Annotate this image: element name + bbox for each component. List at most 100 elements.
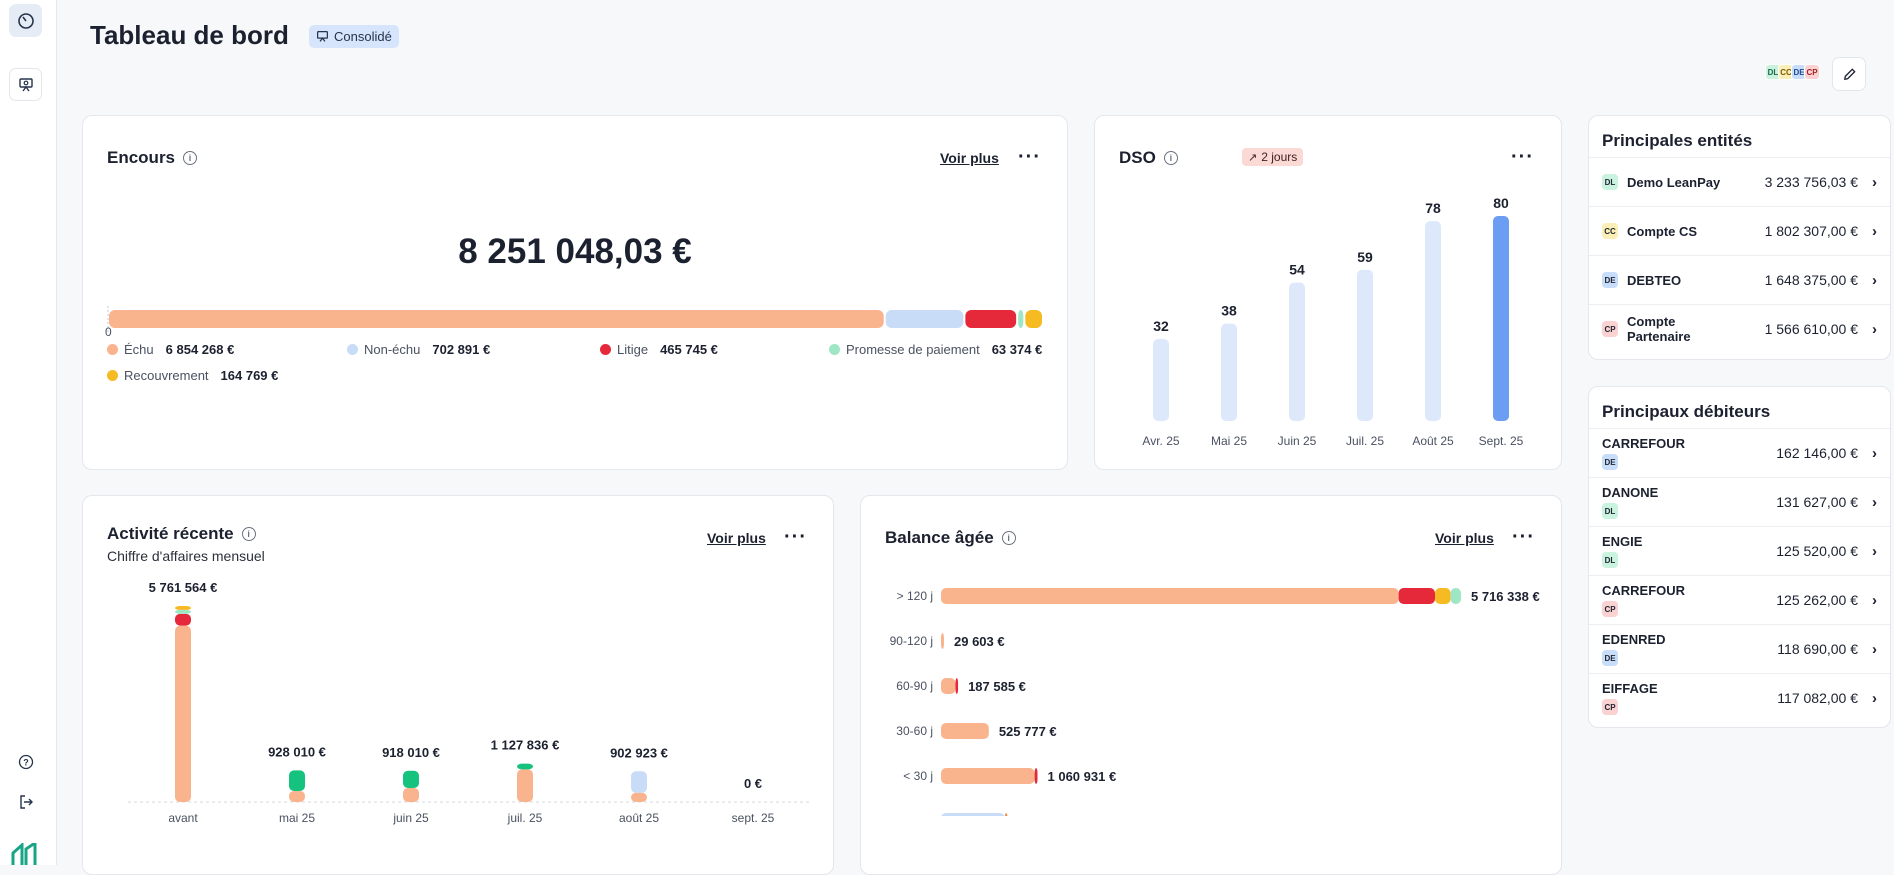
dso-bar	[1221, 324, 1237, 421]
entity-row[interactable]: CCCompte CS1 802 307,00 €›	[1589, 206, 1890, 255]
sidebar-rail: ?	[0, 0, 57, 865]
activite-tick-label: juil. 25	[507, 811, 543, 825]
dso-tick-label: Juil. 25	[1346, 434, 1384, 448]
activite-bar-segment	[631, 793, 647, 802]
pencil-icon	[1842, 67, 1857, 82]
info-icon[interactable]: i	[183, 151, 197, 165]
page-title: Tableau de bord	[90, 20, 289, 51]
activite-more-menu-icon[interactable]: ···	[784, 532, 807, 542]
balance-bar-segment	[941, 588, 1399, 604]
edit-dashboard-button[interactable]	[1832, 57, 1866, 91]
entity-name: Demo LeanPay	[1627, 175, 1737, 190]
legend-value: 6 854 268 €	[166, 342, 235, 357]
dashboard-nav-button[interactable]	[9, 4, 42, 37]
dso-value-label: 80	[1493, 195, 1509, 211]
entity-row[interactable]: DLDemo LeanPay3 233 756,03 €›	[1589, 157, 1890, 206]
legend-label: Non-échu	[364, 342, 420, 357]
activite-bar-segment	[175, 606, 191, 610]
balance-bar-segment	[1035, 768, 1038, 784]
encours-more-menu-icon[interactable]: ···	[1018, 152, 1041, 162]
trend-up-arrow-icon: ↗	[1248, 151, 1257, 164]
dso-bar	[1425, 221, 1441, 421]
encours-card: Encours i Voir plus ··· 8 251 048,03 € 0…	[82, 115, 1068, 470]
debtor-row[interactable]: ENGIEDL125 520,00 €›	[1589, 526, 1890, 575]
activite-tick-label: mai 25	[279, 811, 315, 825]
activite-subtitle: Chiffre d'affaires mensuel	[107, 548, 265, 564]
debtor-amount: 118 690,00 €	[1777, 641, 1858, 657]
debtor-row[interactable]: EIFFAGECP117 082,00 €›	[1589, 673, 1890, 722]
legend-label: Litige	[617, 342, 648, 357]
entity-tag: CP	[1602, 321, 1618, 337]
activite-bar-segment	[403, 771, 419, 788]
activite-tick-label: juin 25	[392, 811, 429, 825]
chevron-right-icon: ›	[1872, 272, 1877, 289]
activite-tick-label: sept. 25	[732, 811, 775, 825]
activite-value-label: 918 010 €	[382, 745, 440, 760]
entity-row[interactable]: DEDEBTEO1 648 375,00 €›	[1589, 255, 1890, 304]
balance-value-label: 5 716 338 €	[1471, 589, 1540, 604]
activite-bar-segment	[175, 614, 191, 626]
chevron-right-icon: ›	[1872, 223, 1877, 240]
debtor-info: DANONEDL	[1602, 485, 1658, 519]
dso-bar	[1153, 339, 1169, 421]
entity-amount: 1 648 375,00 €	[1765, 272, 1858, 288]
activite-value-label: 5 761 564 €	[149, 580, 218, 595]
debtor-row[interactable]: CARREFOURCP125 262,00 €›	[1589, 575, 1890, 624]
debtor-row[interactable]: EDENREDDE118 690,00 €›	[1589, 624, 1890, 673]
activite-bar-segment	[175, 610, 191, 614]
logout-button[interactable]	[9, 785, 42, 818]
dso-more-menu-icon[interactable]: ···	[1511, 152, 1534, 162]
chevron-right-icon: ›	[1872, 174, 1877, 191]
legend-label: Recouvrement	[124, 368, 209, 383]
consolidated-nav-button[interactable]	[9, 68, 42, 101]
balance-bar-segment	[1005, 813, 1008, 816]
balance-more-menu-icon[interactable]: ···	[1512, 532, 1535, 542]
chevron-right-icon: ›	[1872, 690, 1877, 707]
entity-amount: 1 566 610,00 €	[1765, 321, 1858, 337]
info-icon[interactable]: i	[1164, 151, 1178, 165]
consolidated-badge: Consolidé	[309, 25, 399, 48]
balance-value-label: 730 814 €	[1017, 814, 1075, 816]
entity-avatars[interactable]: DL CC DE CP	[1768, 64, 1820, 80]
balance-title: Balance âgée i	[885, 528, 1016, 548]
entity-name: Compte CS	[1627, 224, 1737, 239]
dso-tick-label: Août 25	[1412, 434, 1454, 448]
encours-voir-plus-link[interactable]: Voir plus	[940, 150, 999, 166]
encours-stacked-bar	[107, 292, 1047, 344]
legend-label: Promesse de paiement	[846, 342, 980, 357]
activite-bar-segment	[517, 769, 533, 802]
debtor-info: ENGIEDL	[1602, 534, 1642, 568]
debtor-entity-tag: CP	[1602, 601, 1618, 617]
debtor-row[interactable]: DANONEDL131 627,00 €›	[1589, 477, 1890, 526]
activite-bar-segment	[403, 788, 419, 802]
balance-voir-plus-link[interactable]: Voir plus	[1435, 530, 1494, 546]
activite-value-label: 1 127 836 €	[491, 738, 560, 753]
activite-value-label: 928 010 €	[268, 744, 326, 759]
encours-segment-3	[1018, 310, 1023, 328]
legend-value: 465 745 €	[660, 342, 718, 357]
entity-row[interactable]: CPCompte Partenaire1 566 610,00 €›	[1589, 304, 1890, 353]
debtor-entity-tag: CP	[1602, 699, 1618, 715]
chevron-right-icon: ›	[1872, 592, 1877, 609]
dso-title: DSO i	[1119, 148, 1178, 168]
legend-dot	[600, 344, 611, 355]
dso-value-label: 59	[1357, 249, 1373, 265]
balance-tick-label: < 30 j	[903, 769, 933, 783]
legend-promesse: Promesse de paiement63 374 €	[829, 342, 1042, 357]
help-button[interactable]: ?	[9, 745, 42, 778]
activite-bar-segment	[289, 770, 305, 791]
encours-title-text: Encours	[107, 148, 175, 168]
info-icon[interactable]: i	[1002, 531, 1016, 545]
debtor-row[interactable]: CARREFOURDE162 146,00 €›	[1589, 428, 1890, 477]
encours-segment-2	[965, 310, 1016, 328]
debtor-entity-tag: DL	[1602, 503, 1618, 519]
logout-icon	[18, 794, 34, 810]
dso-trend-badge: ↗ 2 jours	[1242, 148, 1303, 166]
help-icon: ?	[18, 754, 34, 770]
activite-voir-plus-link[interactable]: Voir plus	[707, 530, 766, 546]
debtor-amount: 125 520,00 €	[1776, 543, 1858, 559]
activite-tick-label: avant	[168, 811, 198, 825]
legend-value: 702 891 €	[432, 342, 490, 357]
dso-value-label: 32	[1153, 318, 1169, 334]
info-icon[interactable]: i	[242, 527, 256, 541]
